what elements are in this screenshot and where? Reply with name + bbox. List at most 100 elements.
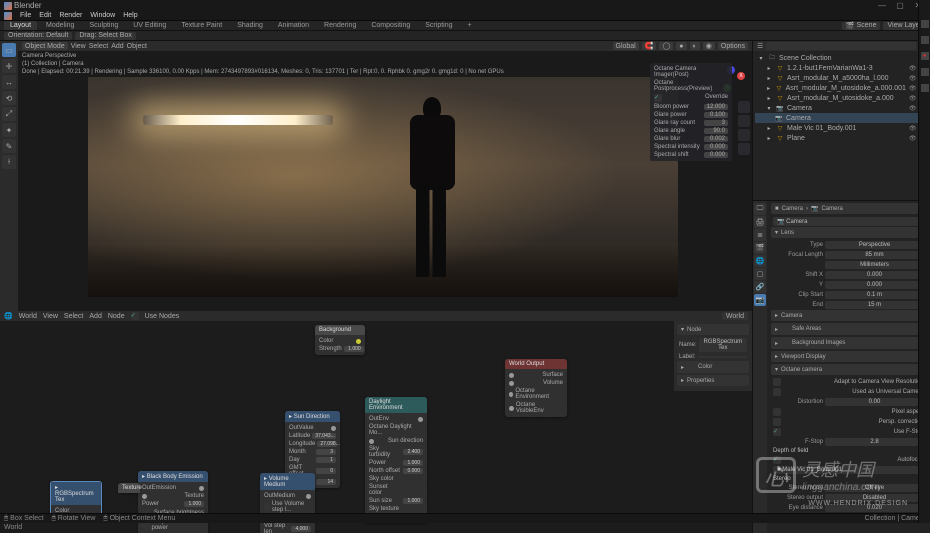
os-item[interactable] bbox=[921, 84, 929, 92]
minimize-button[interactable]: — bbox=[874, 1, 890, 11]
rp-override[interactable]: Override bbox=[652, 93, 730, 103]
ws-sculpting[interactable]: Sculpting bbox=[83, 21, 124, 30]
ol-item-camera[interactable]: 📷Camera bbox=[755, 113, 928, 123]
menu-render[interactable]: Render bbox=[59, 12, 82, 19]
lens-section-header[interactable]: ▾ Lens bbox=[771, 227, 926, 238]
ws-add[interactable]: + bbox=[462, 21, 478, 30]
universal-check[interactable]: Used as Universal Camera bbox=[852, 389, 924, 395]
tab-render[interactable]: 🖵 bbox=[754, 203, 766, 215]
node-sidebar[interactable]: ▾ Node Name:RGBSpectrum Tex Label: ▸ Col… bbox=[674, 321, 752, 391]
node-sidebar-header[interactable]: ▾ Node bbox=[677, 324, 749, 335]
menu-window[interactable]: Window bbox=[90, 12, 115, 19]
scene-selector[interactable]: 🎬Scene bbox=[842, 22, 881, 30]
world-datablock[interactable]: World bbox=[722, 312, 748, 320]
fstop-field[interactable]: 2.8 bbox=[825, 438, 924, 446]
node-volume-medium[interactable]: ▸ Volume Medium OutMedium Use Volume ste… bbox=[260, 473, 315, 533]
tool-annotate[interactable]: ✎ bbox=[2, 139, 16, 153]
rp-angle[interactable]: Glare angle90.0 bbox=[652, 127, 730, 135]
clip-start-field[interactable]: 0.1 m bbox=[825, 291, 924, 299]
tool-cursor[interactable]: ✛ bbox=[2, 59, 16, 73]
eye-icon[interactable]: 👁 bbox=[909, 105, 917, 112]
viewport[interactable]: ▭ ✛ ↔ ⟲ ⤢ ✦ ✎ ⟊ Object Mode View Select … bbox=[0, 41, 752, 311]
ol-item[interactable]: ▸▽Asrt_modular_M_a5000ha_l.000👁📷 bbox=[755, 73, 928, 83]
camera-name-field[interactable]: 📷 Camera bbox=[773, 217, 924, 226]
eye-icon[interactable]: 👁 bbox=[909, 85, 917, 92]
ws-scripting[interactable]: Scripting bbox=[419, 21, 458, 30]
zoom-gizmo-icon[interactable] bbox=[738, 101, 750, 113]
tab-viewlayer[interactable]: ≣ bbox=[754, 229, 766, 241]
lens-unit-dropdown[interactable]: Millimeters bbox=[825, 261, 924, 269]
tool-scale[interactable]: ⤢ bbox=[2, 107, 16, 121]
ne-view[interactable]: View bbox=[43, 313, 58, 320]
render-view[interactable]: Camera Perspective (1) Collection | Came… bbox=[18, 51, 752, 311]
ws-compositing[interactable]: Compositing bbox=[365, 21, 416, 30]
node-daylight-head[interactable]: Daylight Environment bbox=[365, 397, 427, 413]
ol-scene-collection[interactable]: ▾🗀Scene Collection bbox=[755, 53, 928, 63]
os-item[interactable] bbox=[921, 68, 929, 76]
os-item[interactable]: ● bbox=[921, 52, 929, 60]
node-world-output-head[interactable]: World Output bbox=[505, 359, 567, 369]
clip-end-field[interactable]: 15 m bbox=[825, 301, 924, 309]
ne-select[interactable]: Select bbox=[64, 313, 83, 320]
outliner-search[interactable] bbox=[766, 42, 916, 50]
node-background-head[interactable]: Background bbox=[315, 325, 365, 335]
vp-menu-view[interactable]: View bbox=[71, 43, 86, 50]
ws-layout[interactable]: Layout bbox=[4, 21, 37, 30]
shading-matprev-icon[interactable]: ◐ bbox=[690, 42, 700, 50]
node-texture[interactable]: Texture bbox=[118, 483, 140, 493]
menu-edit[interactable]: Edit bbox=[39, 12, 51, 19]
outliner-tree[interactable]: ▾🗀Scene Collection ▸▽1.2.1-but1FemVarian… bbox=[753, 51, 930, 145]
vp-menu-select[interactable]: Select bbox=[89, 43, 108, 50]
camera-gizmo-icon[interactable] bbox=[738, 129, 750, 141]
vp-menu-add[interactable]: Add bbox=[111, 43, 123, 50]
node-volume-head[interactable]: ▸ Volume Medium bbox=[260, 473, 315, 490]
shading-render-icon[interactable]: ◉ bbox=[703, 42, 715, 50]
node-texture-head[interactable]: Texture bbox=[118, 483, 140, 493]
rp-specshift[interactable]: Spectral shift0.000 bbox=[652, 151, 730, 159]
section-octane[interactable]: ▾ Octane camera bbox=[771, 364, 926, 375]
shift-y-field[interactable]: 0.000 bbox=[825, 281, 924, 289]
node-canvas[interactable]: Background Color Strength1.000 World Out… bbox=[0, 321, 752, 533]
ws-rendering[interactable]: Rendering bbox=[318, 21, 362, 30]
ne-world[interactable]: World bbox=[19, 313, 37, 320]
node-blackbody-head[interactable]: ▸ Black Body Emission bbox=[138, 471, 208, 482]
shift-x-field[interactable]: 0.000 bbox=[825, 271, 924, 279]
node-daylight-env[interactable]: Daylight Environment OutEnv Octane Dayli… bbox=[365, 397, 427, 523]
ne-world-icon[interactable]: 🌐 bbox=[4, 312, 13, 320]
postprocess-panel[interactable]: Octane Camera Imager(Post) Octane Postpr… bbox=[650, 63, 732, 161]
tool-rotate[interactable]: ⟲ bbox=[2, 91, 16, 105]
eye-icon[interactable]: 👁 bbox=[909, 95, 917, 102]
global-dropdown[interactable]: Global bbox=[613, 42, 639, 50]
ol-item[interactable]: ▸▽Plane👁📷 bbox=[755, 133, 928, 143]
node-world-output[interactable]: World Output Surface Volume Octane Envir… bbox=[505, 359, 567, 417]
shading-solid-icon[interactable]: ● bbox=[676, 42, 686, 50]
section-safe[interactable]: ▸ Safe Areas bbox=[771, 323, 926, 335]
maximize-button[interactable]: ▢ bbox=[892, 1, 908, 11]
rp-glare[interactable]: Glare power0.100 bbox=[652, 111, 730, 119]
ol-item[interactable]: ▸▽Male Vic 01_Body.001👁📷 bbox=[755, 123, 928, 133]
node-background[interactable]: Background Color Strength1.000 bbox=[315, 325, 365, 355]
ol-item[interactable]: ▸▽Asrt_modular_M_utosidoke_a.000.001👁📷 bbox=[755, 83, 928, 93]
adapt-check[interactable]: Adapt to Camera View Resolution bbox=[834, 379, 924, 385]
vp-menu-object[interactable]: Object bbox=[127, 43, 147, 50]
rp-blur[interactable]: Glare blur0.002 bbox=[652, 135, 730, 143]
distortion-field[interactable]: 0.00 bbox=[825, 398, 924, 406]
options-dropdown[interactable]: Options bbox=[718, 42, 748, 50]
focal-length-field[interactable]: 85 mm bbox=[825, 251, 924, 259]
tab-world[interactable]: 🌐 bbox=[754, 255, 766, 267]
outliner-type-icon[interactable]: ☰ bbox=[757, 42, 763, 50]
mode-dropdown[interactable]: Object Mode bbox=[22, 42, 68, 50]
eye-icon[interactable]: 👁 bbox=[909, 125, 917, 132]
ws-uv[interactable]: UV Editing bbox=[127, 21, 172, 30]
tool-transform[interactable]: ✦ bbox=[2, 123, 16, 137]
ol-item[interactable]: ▸▽1.2.1-but1FemVarianWa1-3👁📷 bbox=[755, 63, 928, 73]
node-sun-head[interactable]: ▸ Sun Direction bbox=[285, 411, 340, 422]
node-editor[interactable]: 🌐 World View Select Add Node Use Nodes W… bbox=[0, 311, 752, 533]
type-dropdown[interactable]: Perspective bbox=[825, 241, 924, 249]
axis-x-icon[interactable]: X bbox=[737, 72, 745, 80]
ne-add[interactable]: Add bbox=[89, 313, 101, 320]
drag-dropdown[interactable]: Drag: Select Box bbox=[75, 32, 136, 40]
ws-shading[interactable]: Shading bbox=[231, 21, 269, 30]
section-camera[interactable]: ▸ Camera bbox=[771, 310, 926, 321]
node-blackbody[interactable]: ▸ Black Body Emission OutEmission Textur… bbox=[138, 471, 208, 533]
